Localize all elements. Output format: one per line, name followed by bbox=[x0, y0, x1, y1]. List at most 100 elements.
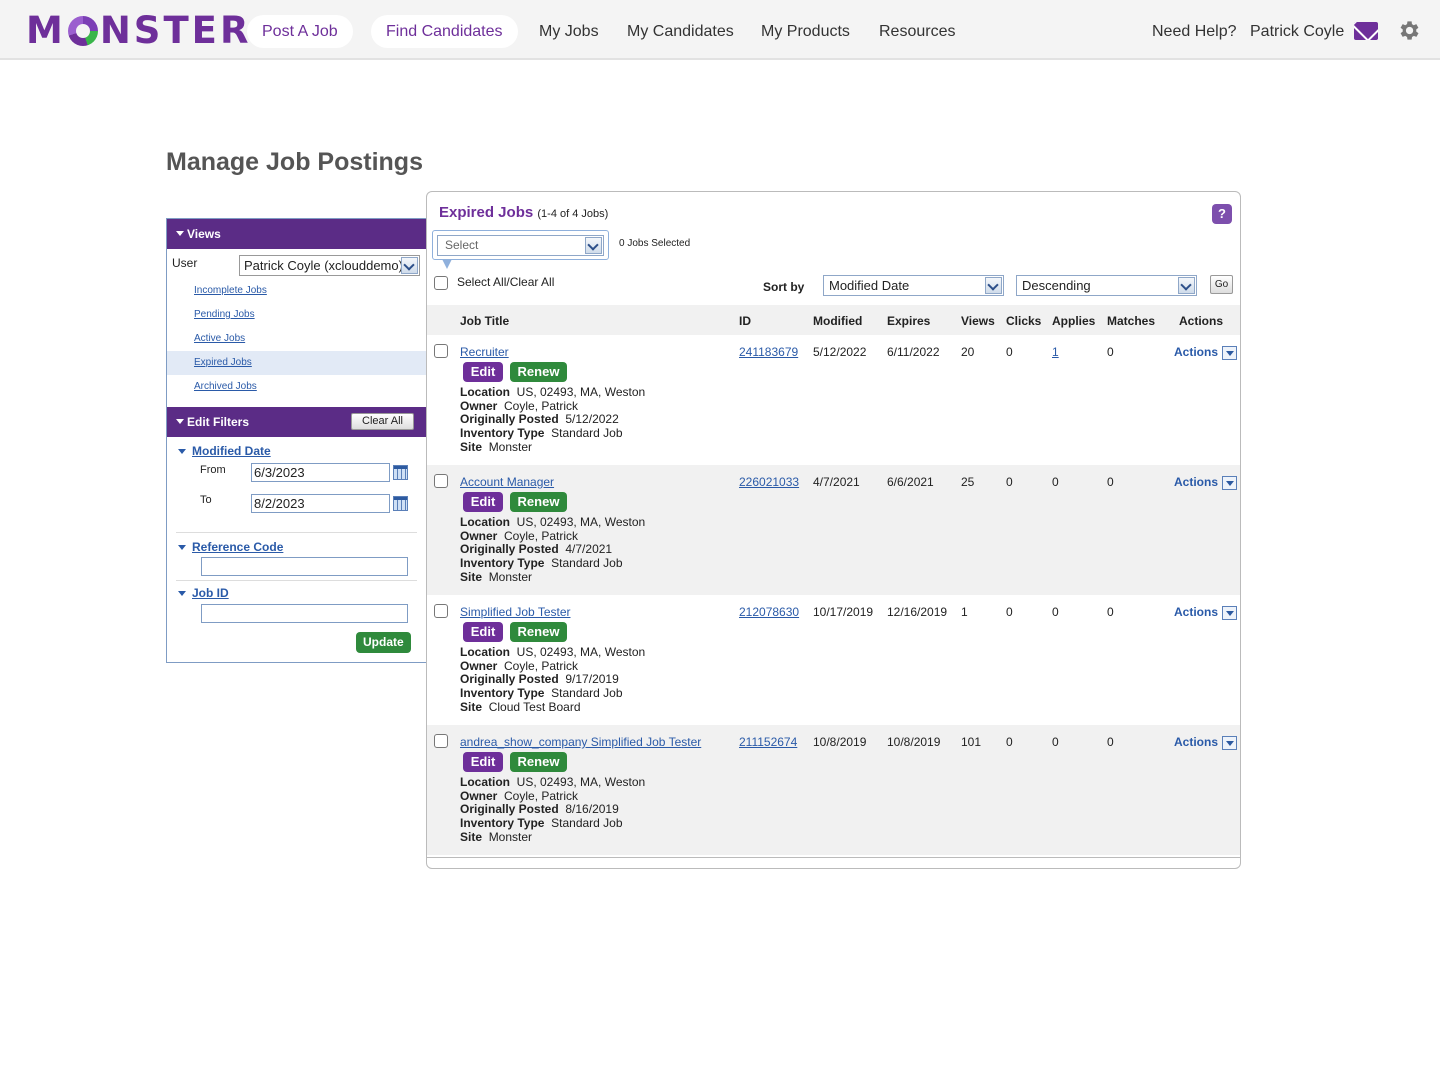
views-cell: 25 bbox=[961, 475, 975, 489]
sort-order-select[interactable]: Descending bbox=[1016, 275, 1197, 296]
applies-link[interactable]: 1 bbox=[1052, 345, 1059, 359]
post-a-job-link[interactable]: Post A Job bbox=[247, 15, 353, 48]
job-id-link[interactable]: 212078630 bbox=[739, 605, 799, 619]
view-archived-jobs[interactable]: Archived Jobs bbox=[167, 375, 426, 399]
row-checkbox[interactable] bbox=[434, 344, 448, 358]
posted-label: Originally Posted bbox=[460, 672, 559, 687]
bulk-action-select[interactable]: Select bbox=[437, 235, 604, 256]
find-candidates-link[interactable]: Find Candidates bbox=[371, 15, 518, 48]
col-modified[interactable]: Modified bbox=[813, 314, 862, 328]
col-views[interactable]: Views bbox=[961, 314, 995, 328]
view-expired-jobs[interactable]: Expired Jobs bbox=[167, 351, 426, 375]
posted-label: Originally Posted bbox=[460, 412, 559, 427]
row-checkbox[interactable] bbox=[434, 734, 448, 748]
views-cell: 1 bbox=[961, 605, 968, 619]
posted-label: Originally Posted bbox=[460, 802, 559, 817]
to-date-input[interactable]: 8/2/2023 bbox=[251, 494, 390, 513]
view-pending-jobs[interactable]: Pending Jobs bbox=[167, 303, 426, 327]
job-title-link[interactable]: Simplified Job Tester bbox=[460, 605, 571, 619]
clear-all-button[interactable]: Clear All bbox=[351, 413, 414, 430]
site-label: Site bbox=[460, 569, 483, 584]
actions-menu[interactable]: Actions bbox=[1174, 735, 1218, 749]
owner-label: Owner bbox=[460, 528, 498, 543]
my-jobs-link[interactable]: My Jobs bbox=[539, 15, 599, 48]
edit-filters-header[interactable]: Edit Filters Clear All bbox=[167, 407, 426, 437]
expires-cell: 12/16/2019 bbox=[887, 605, 948, 619]
site-value: Cloud Test Board bbox=[488, 699, 581, 714]
calendar-icon[interactable] bbox=[393, 496, 408, 511]
job-id-filter-title[interactable]: Job ID bbox=[192, 586, 229, 600]
chevron-down-icon[interactable] bbox=[1222, 606, 1237, 620]
chevron-down-icon[interactable] bbox=[1222, 346, 1237, 360]
inventory-value: Standard Job bbox=[551, 686, 623, 701]
renew-button[interactable]: Renew bbox=[510, 622, 567, 642]
reference-code-input[interactable] bbox=[201, 557, 408, 576]
edit-button[interactable]: Edit bbox=[463, 622, 503, 642]
actions-menu[interactable]: Actions bbox=[1174, 605, 1218, 619]
edit-button[interactable]: Edit bbox=[463, 362, 503, 382]
row-checkbox[interactable] bbox=[434, 474, 448, 488]
owner-value: Coyle, Patrick bbox=[504, 658, 579, 673]
col-id[interactable]: ID bbox=[739, 314, 751, 328]
my-products-link[interactable]: My Products bbox=[761, 15, 850, 48]
chevron-down-icon[interactable] bbox=[985, 277, 1002, 294]
go-button[interactable]: Go bbox=[1210, 275, 1233, 294]
col-job-title[interactable]: Job Title bbox=[460, 314, 509, 328]
inventory-value: Standard Job bbox=[551, 816, 623, 831]
posted-label: Originally Posted bbox=[460, 542, 559, 557]
job-id-input[interactable] bbox=[201, 604, 408, 623]
expand-triangle-icon[interactable] bbox=[178, 449, 186, 454]
job-title-link[interactable]: Recruiter bbox=[460, 345, 509, 359]
update-button[interactable]: Update bbox=[356, 632, 411, 653]
chevron-down-icon[interactable] bbox=[1222, 736, 1237, 750]
from-date-input[interactable]: 6/3/2023 bbox=[251, 463, 390, 482]
actions-menu[interactable]: Actions bbox=[1174, 345, 1218, 359]
expand-triangle-icon[interactable] bbox=[178, 545, 186, 550]
actions-menu[interactable]: Actions bbox=[1174, 475, 1218, 489]
job-title-link[interactable]: andrea_show_company Simplified Job Teste… bbox=[460, 735, 701, 749]
select-all-label[interactable]: Select All/Clear All bbox=[457, 275, 554, 289]
user-label: User bbox=[172, 256, 198, 270]
chevron-down-icon[interactable] bbox=[585, 237, 602, 254]
sort-field-select[interactable]: Modified Date bbox=[823, 275, 1004, 296]
reference-code-filter-title[interactable]: Reference Code bbox=[192, 540, 283, 554]
my-candidates-link[interactable]: My Candidates bbox=[627, 15, 734, 48]
help-icon[interactable]: ? bbox=[1212, 204, 1232, 224]
modified-date-filter-title[interactable]: Modified Date bbox=[192, 444, 271, 458]
resources-link[interactable]: Resources bbox=[879, 15, 955, 48]
collapse-triangle-icon bbox=[176, 419, 184, 424]
select-all-checkbox[interactable] bbox=[434, 276, 448, 290]
divider bbox=[176, 580, 417, 581]
expand-triangle-icon[interactable] bbox=[178, 591, 186, 596]
views-header[interactable]: Views bbox=[167, 219, 426, 249]
user-name-link[interactable]: Patrick Coyle bbox=[1250, 15, 1344, 48]
renew-button[interactable]: Renew bbox=[510, 362, 567, 382]
job-id-link[interactable]: 241183679 bbox=[739, 345, 798, 359]
job-id-link[interactable]: 226021033 bbox=[739, 475, 799, 489]
view-incomplete-jobs[interactable]: Incomplete Jobs bbox=[167, 279, 426, 303]
edit-button[interactable]: Edit bbox=[463, 752, 503, 772]
inventory-value: Standard Job bbox=[551, 426, 623, 441]
chevron-down-icon[interactable] bbox=[401, 257, 418, 274]
col-applies[interactable]: Applies bbox=[1052, 314, 1095, 328]
gear-icon[interactable] bbox=[1396, 18, 1421, 43]
clicks-cell: 0 bbox=[1006, 735, 1013, 749]
col-matches[interactable]: Matches bbox=[1107, 314, 1155, 328]
job-title-link[interactable]: Account Manager bbox=[460, 475, 554, 489]
views-header-label: Views bbox=[187, 227, 221, 241]
need-help-link[interactable]: Need Help? bbox=[1152, 15, 1237, 48]
envelope-icon[interactable] bbox=[1354, 22, 1378, 40]
chevron-down-icon[interactable] bbox=[1178, 277, 1195, 294]
chevron-down-icon[interactable] bbox=[1222, 476, 1237, 490]
renew-button[interactable]: Renew bbox=[510, 492, 567, 512]
col-clicks[interactable]: Clicks bbox=[1006, 314, 1041, 328]
monster-logo[interactable]: M NSTER bbox=[26, 9, 251, 52]
edit-button[interactable]: Edit bbox=[463, 492, 503, 512]
user-select[interactable]: Patrick Coyle (xclouddemo) bbox=[239, 255, 420, 276]
col-expires[interactable]: Expires bbox=[887, 314, 930, 328]
view-active-jobs[interactable]: Active Jobs bbox=[167, 327, 426, 351]
calendar-icon[interactable] bbox=[393, 465, 408, 480]
renew-button[interactable]: Renew bbox=[510, 752, 567, 772]
job-id-link[interactable]: 211152674 bbox=[739, 735, 797, 749]
row-checkbox[interactable] bbox=[434, 604, 448, 618]
